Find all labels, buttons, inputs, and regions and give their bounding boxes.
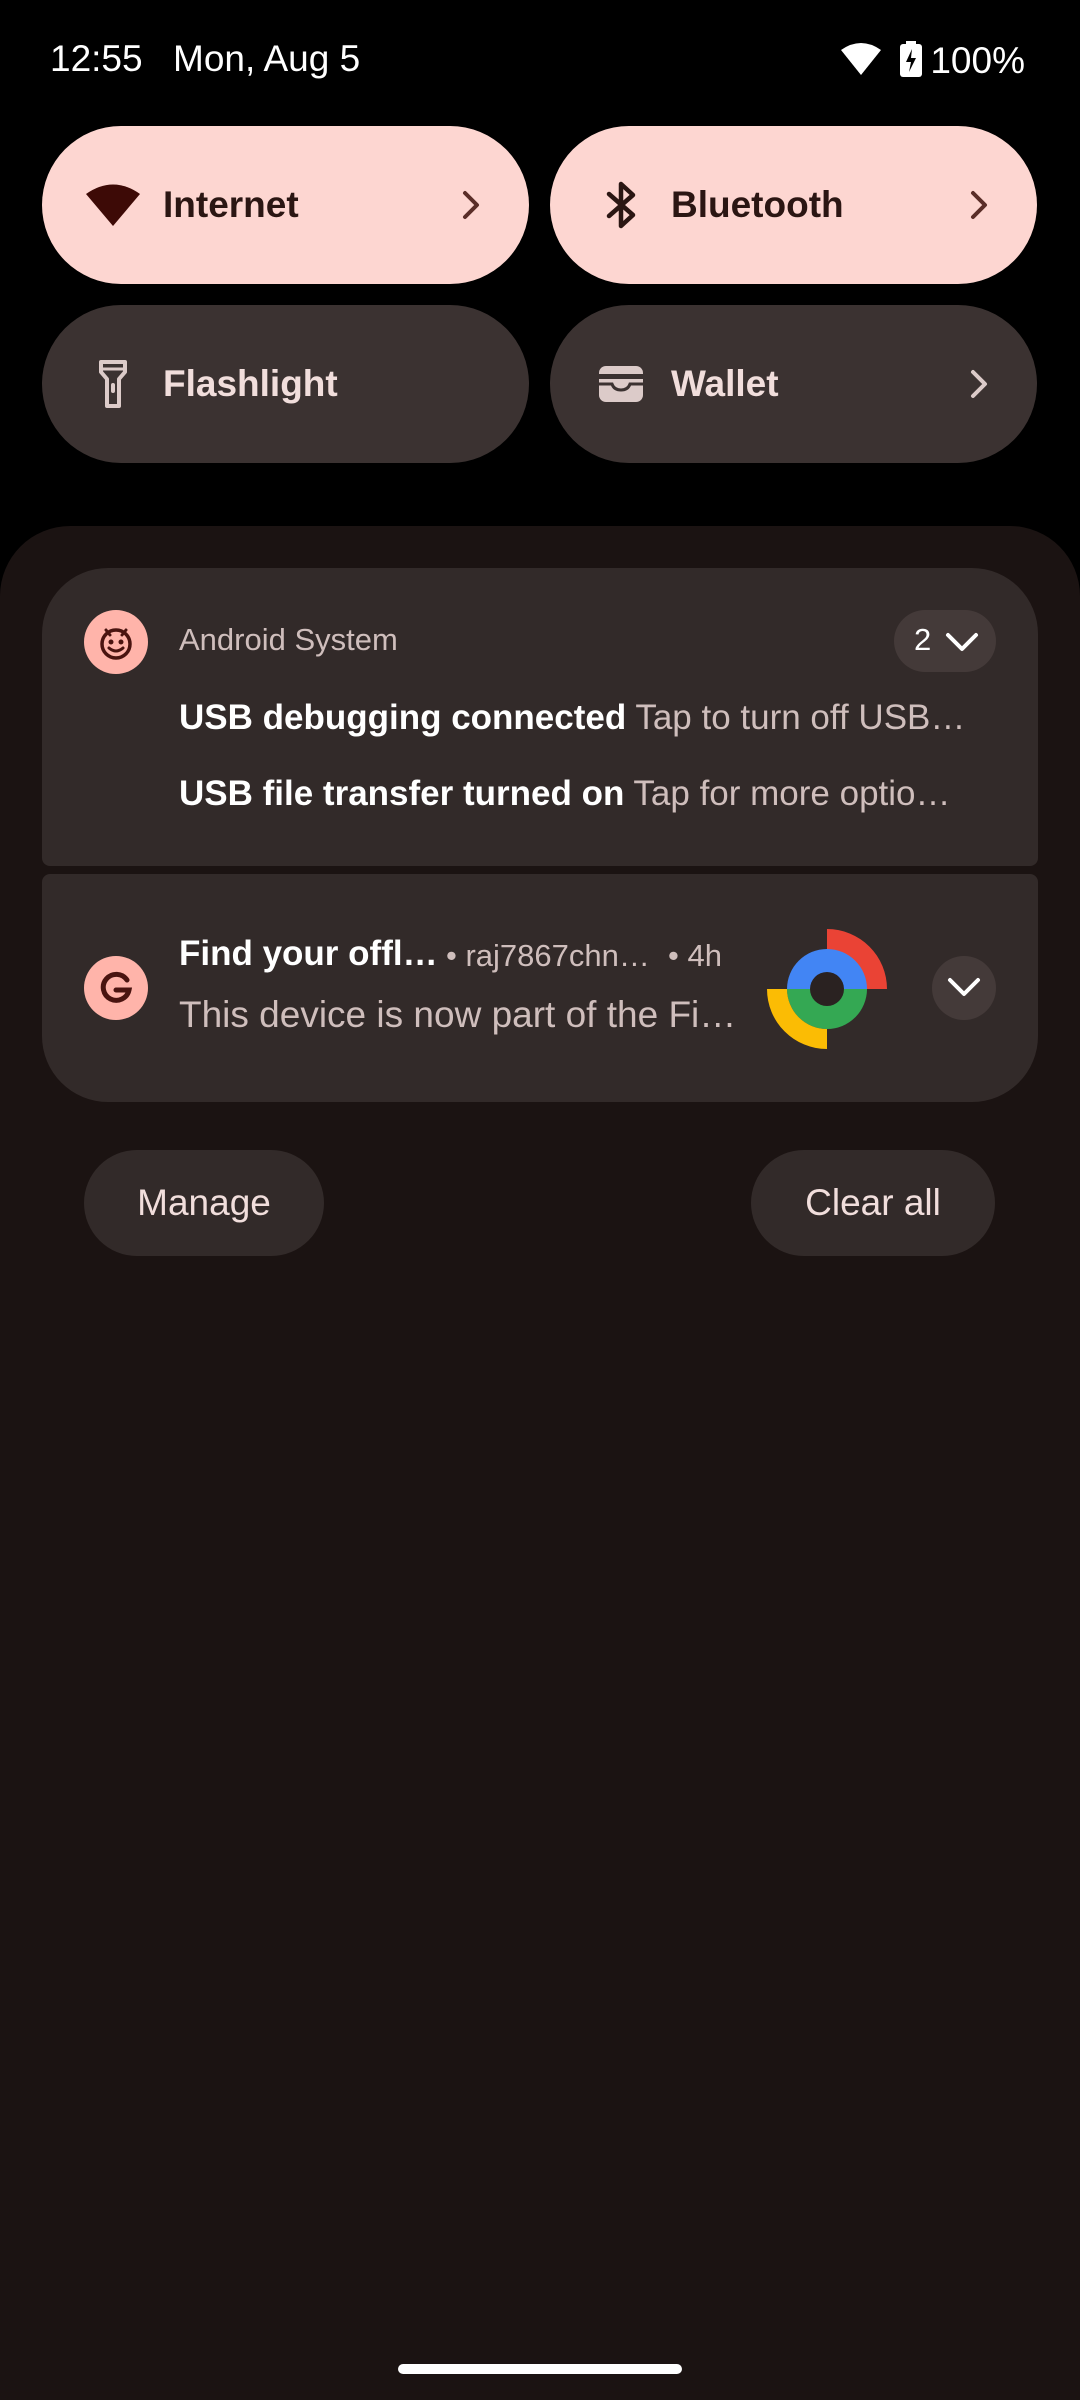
find-my-device-logo — [767, 929, 887, 1049]
wallet-icon — [592, 355, 650, 413]
wallet-tile-label: Wallet — [671, 363, 779, 404]
notification-title: Find your offl… — [179, 934, 438, 973]
android-system-icon — [84, 610, 148, 674]
find-device-notification[interactable]: Find your offl… • raj7867chn… • 4h This … — [42, 874, 1038, 1102]
notification-text: Tap to turn off USB… — [635, 698, 966, 737]
manage-button[interactable]: Manage — [84, 1150, 324, 1256]
status-date: Mon, Aug 5 — [173, 38, 361, 79]
chevron-right-icon[interactable] — [451, 185, 491, 225]
google-icon — [84, 956, 148, 1020]
chevron-right-icon[interactable] — [959, 185, 999, 225]
bluetooth-tile[interactable]: Bluetooth — [550, 126, 1037, 284]
flashlight-icon — [84, 355, 142, 413]
chevron-down-icon — [944, 966, 984, 1011]
usb-debugging-notification[interactable]: USB debugging connected Tap to turn off … — [179, 698, 999, 738]
internet-tile-label: Internet — [163, 184, 299, 225]
notification-text: This device is now part of the Fi… — [179, 994, 737, 1035]
app-name: Android System — [179, 622, 398, 657]
notification-account: • raj7867chn… — [446, 938, 650, 973]
notification-title: USB file transfer turned on — [179, 774, 625, 813]
flashlight-tile-label: Flashlight — [163, 363, 338, 404]
expand-group-button[interactable]: 2 — [894, 610, 996, 672]
notification-time: • 4h — [668, 938, 722, 973]
battery-charging-icon — [900, 40, 923, 82]
expand-button[interactable] — [932, 956, 996, 1020]
bluetooth-icon — [592, 176, 650, 234]
status-time: 12:55 — [50, 38, 143, 79]
chevron-down-icon — [942, 622, 982, 662]
flashlight-tile[interactable]: Flashlight — [42, 305, 529, 463]
clear-all-button[interactable]: Clear all — [751, 1150, 995, 1256]
chevron-right-icon[interactable] — [959, 364, 999, 404]
usb-file-transfer-notification[interactable]: USB file transfer turned on Tap for more… — [179, 774, 999, 814]
notification-title: USB debugging connected — [179, 698, 627, 737]
battery-percent: 100% — [930, 40, 1025, 81]
status-icons: 100% — [840, 36, 1025, 86]
android-system-notification[interactable]: Android System 2 USB debugging connected… — [42, 568, 1038, 866]
notification-text: Tap for more optio… — [633, 774, 951, 813]
wallet-tile[interactable]: Wallet — [550, 305, 1037, 463]
wifi-icon — [84, 176, 142, 234]
wifi-icon — [840, 42, 882, 81]
status-bar: 12:55 Mon, Aug 5 100% — [0, 0, 1080, 124]
internet-tile[interactable]: Internet — [42, 126, 529, 284]
bluetooth-tile-label: Bluetooth — [671, 184, 844, 225]
navigation-handle[interactable] — [398, 2364, 682, 2374]
notification-count: 2 — [914, 622, 932, 657]
